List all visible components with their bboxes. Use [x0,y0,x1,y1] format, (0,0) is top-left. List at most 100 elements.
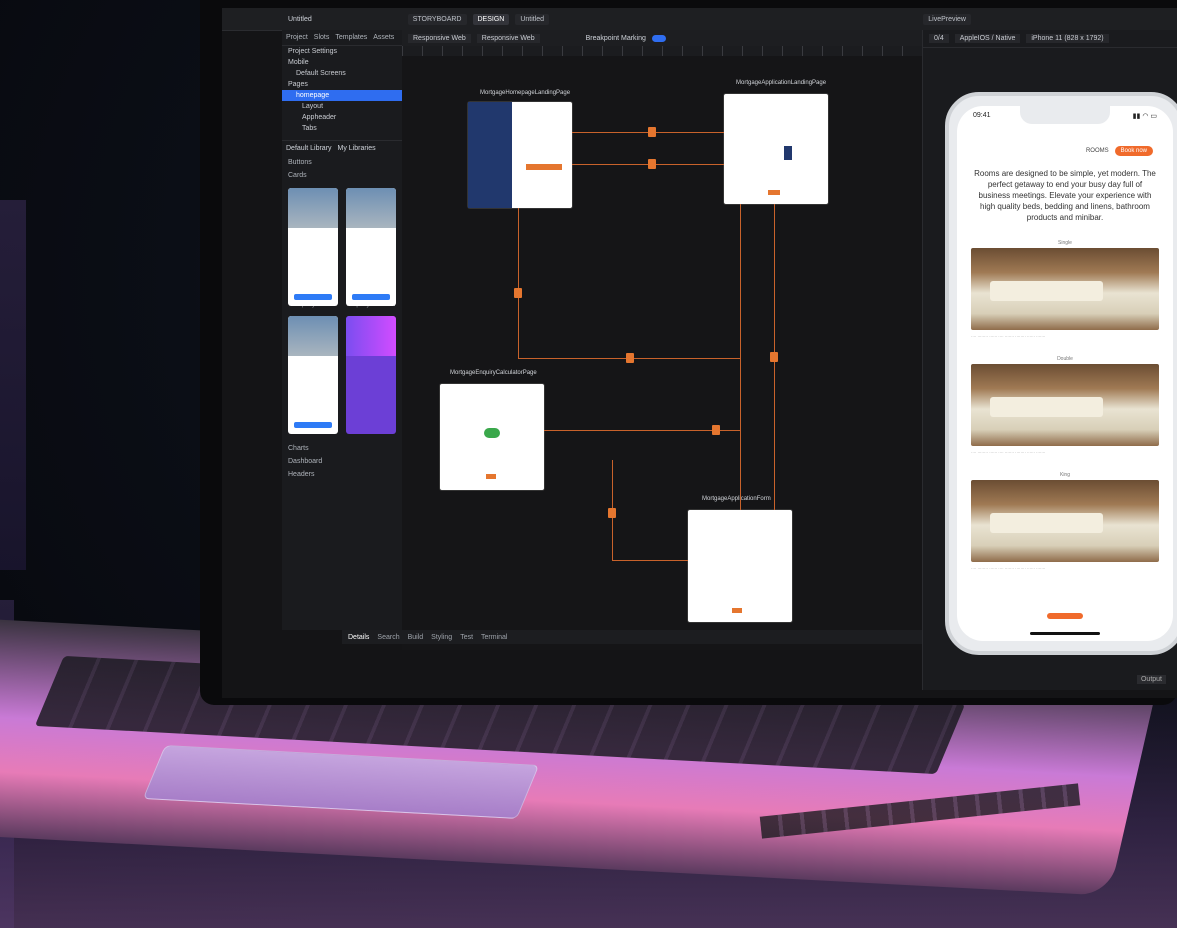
flow-node[interactable] [514,288,522,298]
tab-details[interactable]: Details [348,634,369,641]
tree-item[interactable]: Appheader [282,112,402,123]
room-caption: ···· ········ ······ ···· ······· ······… [971,334,1046,339]
tab-templates[interactable]: Templates [335,34,367,41]
tree-item[interactable]: Mobile [282,57,402,68]
tab-test[interactable]: Test [460,634,473,641]
room-caption: ···· ········ ······ ···· ······· ······… [971,566,1046,571]
preview-toolbar: 0/4 AppleIOS / Native iPhone 11 (828 x 1… [923,30,1177,48]
status-bar: 09:41 ▮▮ ◠ ▭ [973,112,1157,120]
frame-form[interactable] [688,510,792,622]
flow-connector [518,208,519,358]
left-panel: Project Slots Templates Assets Project S… [282,30,403,630]
flow-connector [612,560,688,561]
room-image-double[interactable] [971,364,1159,446]
thumb-button [294,294,332,300]
frame-cta [486,474,496,479]
thumb-preview [288,188,338,306]
status-time: 09:41 [973,112,991,119]
tab-build[interactable]: Build [408,634,424,641]
room-image-single[interactable] [971,248,1159,330]
room-label: Single [1058,240,1072,246]
tree-item[interactable]: Default Screens [282,68,402,79]
tab-default-library[interactable]: Default Library [286,145,332,152]
flow-node[interactable] [712,425,720,435]
workspace-menu[interactable]: Untitled [288,16,312,23]
preset-select[interactable]: Responsive Web [476,33,540,43]
background-panel [0,200,26,570]
tab-search[interactable]: Search [377,634,399,641]
thumb-button [352,294,390,300]
thumb-photo [346,316,396,356]
template-thumb[interactable]: PropertyDetails [288,188,338,308]
tree-item[interactable]: Pages [282,79,402,90]
thumb-photo [288,316,338,356]
section-charts[interactable]: Charts [282,442,402,455]
preview-count[interactable]: 0/4 [929,34,949,43]
phone-screen[interactable]: 09:41 ▮▮ ◠ ▭ ROOMS Book now Rooms are de… [957,106,1173,641]
device-model-select[interactable]: iPhone 11 (828 x 1792) [1026,34,1109,43]
tab-design[interactable]: DESIGN [472,13,510,25]
group-cards[interactable]: Cards [282,169,402,182]
tab-untitled[interactable]: Untitled [515,13,550,25]
tab-styling[interactable]: Styling [431,634,452,641]
phone-nav: ROOMS Book now [1086,146,1153,156]
nav-rooms-link[interactable]: ROOMS [1086,148,1109,154]
tab-project[interactable]: Project [286,34,308,41]
library-groups: Buttons Cards [282,156,402,182]
template-thumb[interactable]: Wallet [346,316,396,436]
platform-select[interactable]: AppleIOS / Native [954,34,1021,43]
live-preview-panel: 0/4 AppleIOS / Native iPhone 11 (828 x 1… [922,30,1177,690]
library-tabs: Default Library My Libraries [282,140,402,156]
frame-icon [484,428,500,438]
thumb-photo [346,188,396,228]
flow-node[interactable] [648,159,656,169]
group-buttons[interactable]: Buttons [282,156,402,169]
frame-icon [784,146,792,160]
tab-storyboard[interactable]: STORYBOARD [407,13,467,25]
flow-node[interactable] [608,508,616,518]
frame-homepage[interactable] [468,102,572,208]
tab-slots[interactable]: Slots [314,34,330,41]
output-chip[interactable]: Output [1136,675,1166,684]
canvas-ruler [402,46,922,56]
thumb-preview [288,316,338,434]
flow-node[interactable] [770,352,778,362]
flow-connector [740,204,741,510]
home-indicator [1030,632,1100,635]
section-headers[interactable]: Headers [282,468,402,481]
frame-cta [526,164,562,170]
tab-assets[interactable]: Assets [373,34,394,41]
hero-text: Rooms are designed to be simple, yet mod… [974,169,1156,222]
template-thumb[interactable]: PropertyDetailsAlt [346,188,396,308]
room-image-king[interactable] [971,480,1159,562]
flow-node[interactable] [648,127,656,137]
flow-connector [544,430,740,431]
frame-title: MortgageApplicationForm [702,496,771,502]
tree-item[interactable]: Project Settings [282,46,402,57]
bottom-tabs: Details Search Build Styling Test Termin… [342,630,954,644]
tree-item[interactable]: Tabs [282,123,402,134]
device-select[interactable]: Responsive Web [408,33,471,43]
tree-item-selected[interactable]: homepage [282,90,402,101]
flow-node[interactable] [626,353,634,363]
tree-item[interactable]: Layout [282,101,402,112]
tab-my-libraries[interactable]: My Libraries [338,145,376,152]
room-label: Double [1057,356,1073,362]
top-bar: Untitled STORYBOARD DESIGN Untitled Live… [222,8,1177,31]
book-now-button[interactable]: Book now [1114,146,1153,156]
section-dashboard[interactable]: Dashboard [282,455,402,468]
design-canvas[interactable]: Responsive Web Responsive Web Breakpoint… [402,30,922,650]
room-caption: ···· ········ ······ ···· ······· ······… [971,450,1046,455]
frame-title: MortgageHomepageLandingPage [480,90,571,96]
frame-cta [768,190,780,195]
tab-live-preview[interactable]: LivePreview [923,13,971,25]
breakpoint-toggle[interactable] [651,34,666,42]
template-thumb[interactable]: HotelDetails [288,316,338,436]
laptop-screen: Untitled STORYBOARD DESIGN Untitled Live… [222,8,1177,698]
frame-calculator[interactable] [440,384,544,490]
frame-application[interactable] [724,94,828,204]
tab-terminal[interactable]: Terminal [481,634,507,641]
template-thumbnails: PropertyDetails PropertyDetailsAlt Hotel… [282,182,402,442]
phone-cta-button[interactable] [1047,613,1083,619]
frame-title: MortgageApplicationLandingPage [736,80,827,86]
